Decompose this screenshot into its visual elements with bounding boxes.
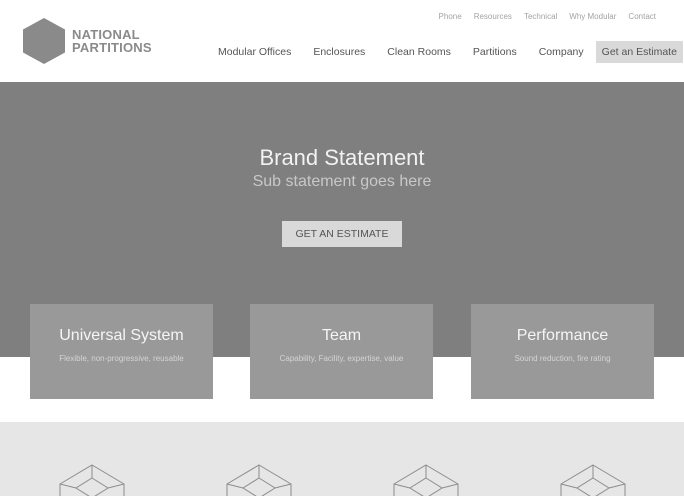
site-header: NATIONAL PARTITIONS Phone Resources Tech…: [0, 0, 684, 82]
cube-icon: [393, 464, 459, 496]
hero-subtitle: Sub statement goes here: [252, 173, 432, 190]
cube-icon: [226, 464, 292, 496]
util-link-technical[interactable]: Technical: [524, 12, 557, 21]
util-link-why-modular[interactable]: Why Modular: [569, 12, 616, 21]
util-link-phone[interactable]: Phone: [439, 12, 462, 21]
feature-card-desc: Capability, Facility, expertise, value: [279, 354, 404, 363]
feature-card-performance[interactable]: Performance Sound reduction, fire rating: [471, 304, 654, 399]
get-estimate-hero-button[interactable]: GET AN ESTIMATE: [282, 221, 402, 247]
util-link-resources[interactable]: Resources: [474, 12, 512, 21]
nav-item-modular-offices[interactable]: Modular Offices: [218, 46, 291, 58]
brand-line-2: PARTITIONS: [72, 40, 152, 55]
feature-card-team[interactable]: Team Capability, Facility, expertise, va…: [250, 304, 433, 399]
feature-card-title: Performance: [516, 327, 609, 344]
cube-icon: [59, 464, 125, 496]
nav-item-clean-rooms[interactable]: Clean Rooms: [387, 46, 451, 58]
feature-card-desc: Flexible, non-progressive, reusable: [59, 354, 184, 363]
utility-nav: Phone Resources Technical Why Modular Co…: [439, 12, 656, 21]
feature-card-universal-system[interactable]: Universal System Flexible, non-progressi…: [30, 304, 213, 399]
feature-card-title: Team: [321, 327, 362, 344]
feature-card-desc: Sound reduction, fire rating: [514, 354, 611, 363]
brand-wordmark[interactable]: NATIONAL PARTITIONS: [72, 28, 152, 54]
main-nav: Modular Offices Enclosures Clean Rooms P…: [218, 41, 683, 63]
hexagon-logo-icon[interactable]: [23, 18, 65, 64]
nav-item-enclosures[interactable]: Enclosures: [313, 46, 365, 58]
util-link-contact[interactable]: Contact: [628, 12, 656, 21]
cube-icon: [560, 464, 626, 496]
hero-title: Brand Statement: [259, 145, 425, 170]
nav-item-company[interactable]: Company: [539, 46, 584, 58]
get-estimate-nav-button[interactable]: Get an Estimate: [595, 41, 683, 63]
feature-card-title: Universal System: [59, 327, 184, 344]
icon-band: [0, 422, 684, 496]
nav-item-partitions[interactable]: Partitions: [473, 46, 517, 58]
